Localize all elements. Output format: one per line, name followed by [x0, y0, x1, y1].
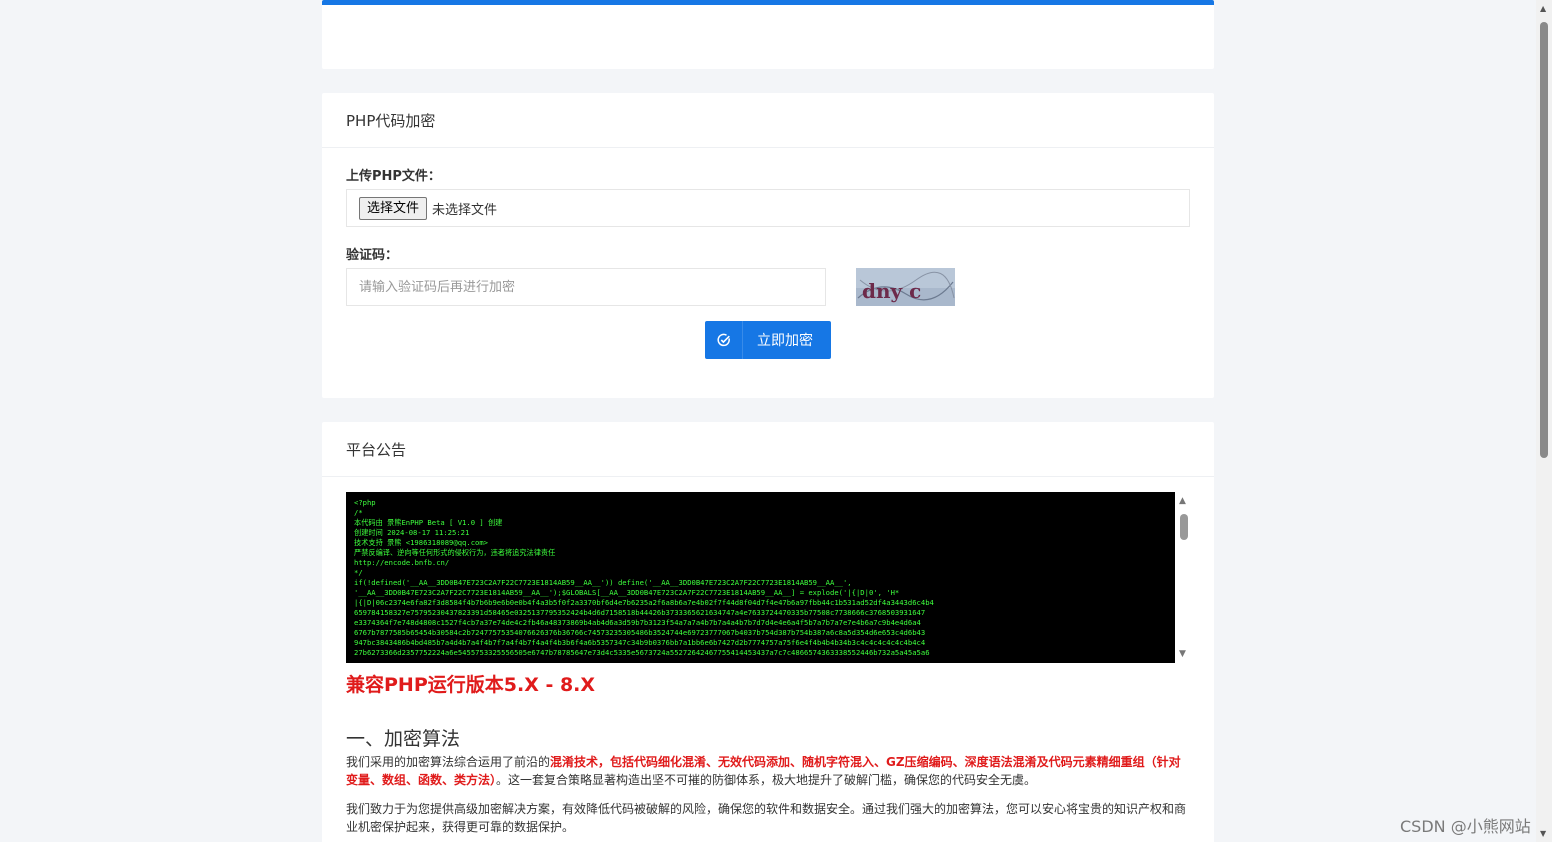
para-text: 。这一套复合策略显著构造出坚不可摧的防御体系，极大地提升了破解门槛，确保您的代码…: [496, 773, 1037, 787]
code-scrollbar[interactable]: ▲ ▼: [1177, 492, 1190, 663]
para-text: 我们采用的加密算法综合运用了前沿的: [346, 755, 551, 769]
encrypt-form-card: PHP代码加密 上传PHP文件： 选择文件 未选择文件 验证码： dny c 立…: [322, 93, 1214, 398]
code-line: http://encode.bnfb.cn/: [354, 558, 450, 567]
encrypt-submit-button[interactable]: 立即加密: [705, 321, 831, 359]
file-status-text: 未选择文件: [432, 202, 498, 218]
page-scrollbar[interactable]: ▲ ▼: [1536, 0, 1552, 842]
mission-paragraph: 我们致力于为您提供高级加密解决方案，有效降低代码被破解的风险，确保您的软件和数据…: [346, 802, 1187, 834]
captcha-text: dny c: [862, 279, 921, 303]
code-line: e3374364f7e748d4808c1527f4cb7a37e74de4c2…: [354, 618, 921, 627]
captcha-input[interactable]: [346, 268, 826, 306]
code-line: 技术支持 景熊 <1986318089@qq.com>: [354, 538, 488, 547]
notice-card: 平台公告 <?php /* 本代码由 景熊EnPHP Beta [ V1.0 ]…: [322, 422, 1214, 842]
upload-label: 上传PHP文件：: [346, 169, 441, 184]
watermark: CSDN @小熊网站: [1400, 817, 1531, 836]
page-scroll-up-icon[interactable]: ▲: [1540, 4, 1546, 13]
section-title-algorithm: 一、加密算法: [346, 728, 461, 750]
code-line: 本代码由 景熊EnPHP Beta [ V1.0 ] 创建: [354, 518, 503, 527]
code-sample: <?php /* 本代码由 景熊EnPHP Beta [ V1.0 ] 创建 创…: [346, 492, 1175, 663]
top-card: [322, 0, 1214, 69]
submit-label: 立即加密: [757, 333, 813, 349]
captcha-label: 验证码：: [346, 248, 399, 263]
code-line: |{|D|06c2374e6fa82f3d8584f4b7b6b9e6b0e0b…: [354, 598, 934, 607]
code-line: <?php: [354, 498, 376, 507]
code-line: if(!defined('__AA__3DD0B47E723C2A7F22C77…: [354, 578, 852, 587]
captcha-image[interactable]: dny c: [856, 268, 955, 306]
notice-card-title: 平台公告: [322, 422, 1214, 477]
code-scroll-thumb[interactable]: [1180, 514, 1188, 540]
scroll-down-arrow-icon[interactable]: ▼: [1179, 649, 1186, 659]
code-line: 659784158327e75795230437823391d58465e032…: [354, 608, 926, 617]
page-scroll-thumb[interactable]: [1540, 22, 1548, 458]
code-line: */: [354, 568, 363, 577]
file-upload-field[interactable]: 选择文件 未选择文件: [346, 189, 1190, 227]
page-scroll-down-icon[interactable]: ▼: [1540, 829, 1546, 838]
code-line: 创建时间 2024-08-17 11:25:21: [354, 528, 470, 537]
code-line: /*: [354, 508, 363, 517]
code-line: 6767b7877585b65454b30584c2b7247757535407…: [354, 628, 926, 637]
code-line: 27b6273366d2357752224a6e5455753325556505…: [354, 648, 930, 657]
code-line: '__AA__3DD0B47E723C2A7F22C7723E1814AB59_…: [354, 588, 900, 597]
code-sample-panel: <?php /* 本代码由 景熊EnPHP Beta [ V1.0 ] 创建 创…: [346, 492, 1190, 663]
choose-file-button[interactable]: 选择文件: [359, 196, 428, 220]
algorithm-paragraph: 我们采用的加密算法综合运用了前沿的混淆技术，包括代码细化混淆、无效代码添加、随机…: [346, 753, 1186, 789]
check-circle-icon: [705, 321, 743, 359]
scroll-up-arrow-icon[interactable]: ▲: [1179, 496, 1186, 506]
code-line: 严禁反编译、逆向等任何形式的侵权行为，违者将追究法律责任: [354, 548, 556, 557]
php-compat-notice: 兼容PHP运行版本5.X - 8.X: [346, 674, 596, 696]
form-card-title: PHP代码加密: [322, 93, 1214, 148]
code-line: 947bc3843486b4bd485b7a4d4b7a4f4b7f7a4f4b…: [354, 638, 926, 647]
